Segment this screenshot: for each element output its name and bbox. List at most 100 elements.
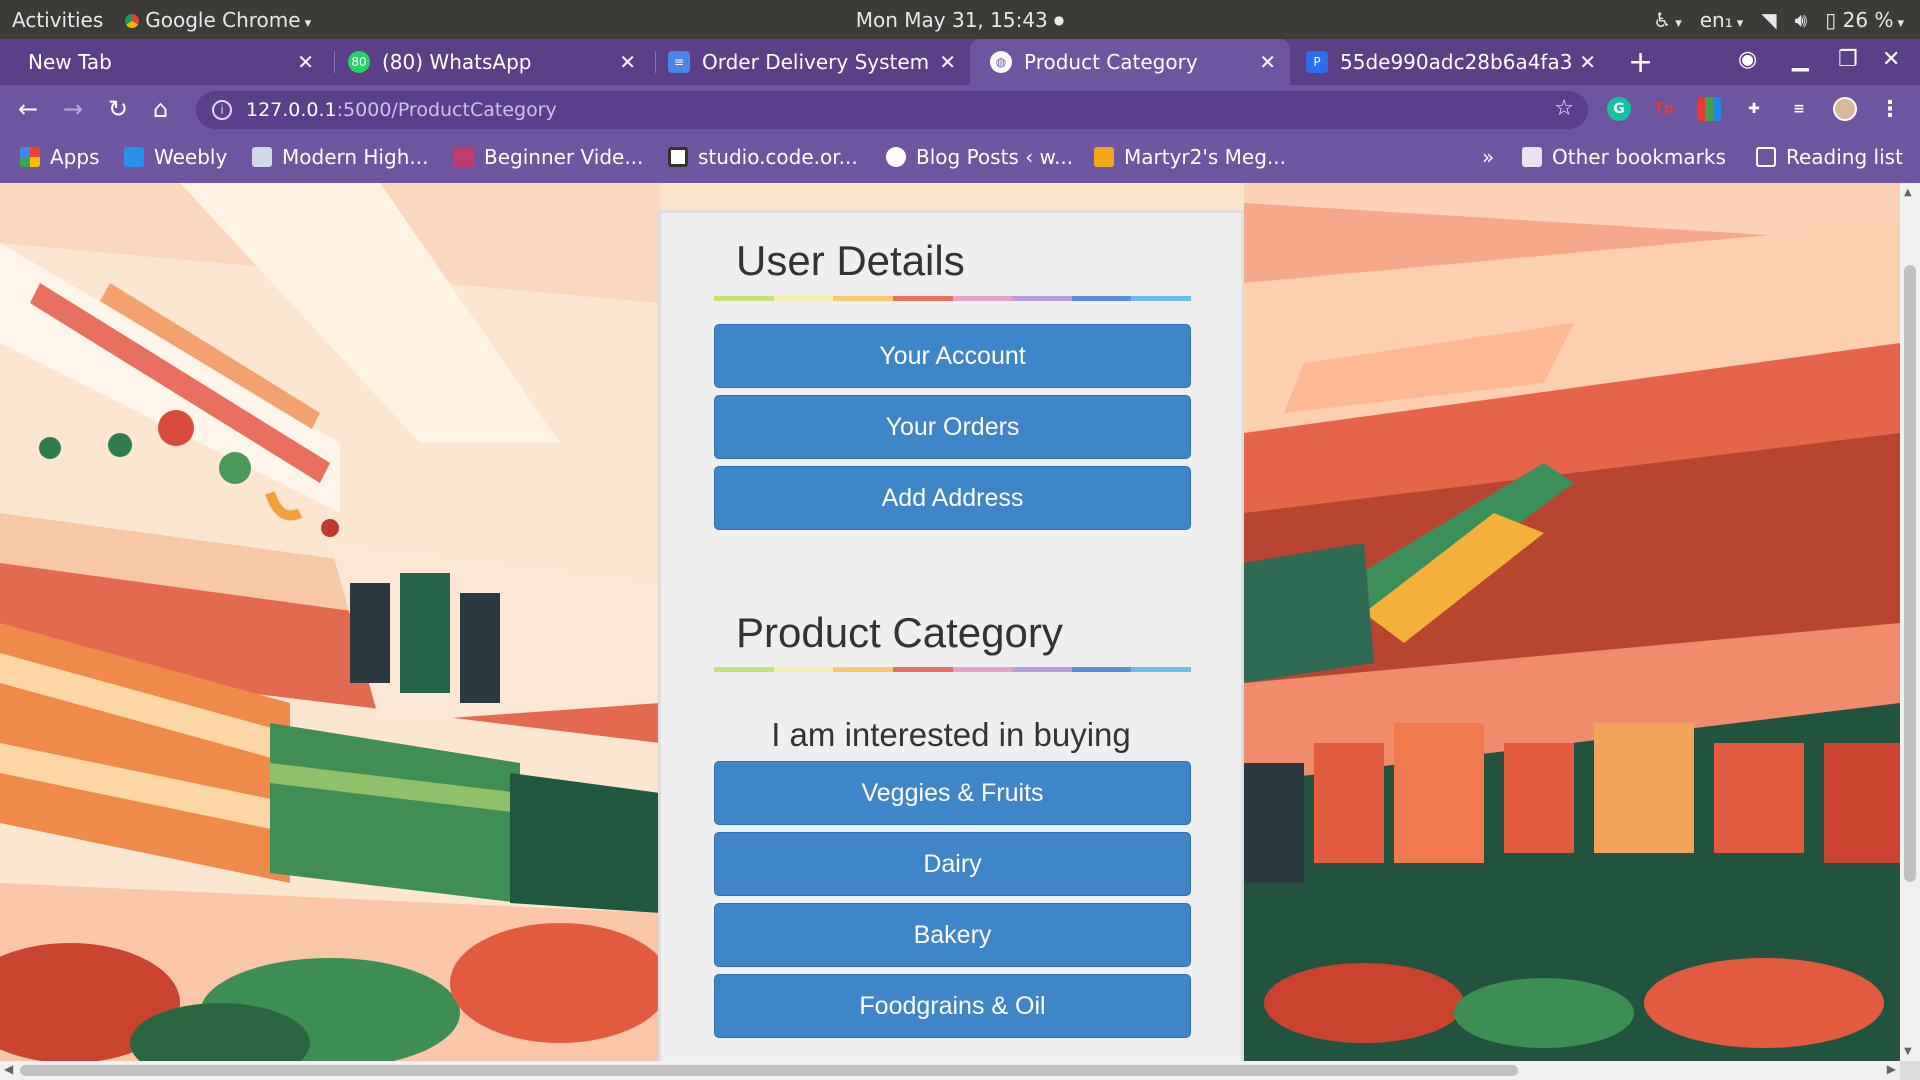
color-extension-icon[interactable] [1697, 97, 1721, 121]
chevron-down-icon: ▾ [304, 15, 312, 31]
activities-button[interactable]: Activities [12, 8, 103, 32]
foodgrains-oil-button[interactable]: Foodgrains & Oil [714, 974, 1191, 1038]
bookmark-blog-posts[interactable]: Blog Posts ‹ w... [886, 145, 1073, 169]
bookmarks-bar: Apps Weebly Modern High... Beginner Vide… [0, 135, 1920, 183]
profile-avatar[interactable] [1833, 97, 1857, 121]
bookmark-label: Apps [50, 145, 100, 169]
close-window-icon[interactable]: ✕ [1882, 47, 1900, 72]
bookmark-weebly[interactable]: Weebly [124, 145, 227, 169]
reload-icon[interactable]: ↻ [108, 95, 128, 123]
close-icon[interactable]: ✕ [297, 50, 314, 74]
divider-segment [773, 667, 834, 672]
bookmark-beginner-video[interactable]: Beginner Vide... [454, 145, 643, 169]
tab-title: New Tab [28, 50, 112, 74]
scroll-up-arrow-icon[interactable]: ▲ [1904, 187, 1912, 198]
bookmarks-overflow-button[interactable]: » [1482, 145, 1494, 169]
globe-icon: ◍ [990, 51, 1012, 73]
battery-icon: ▯ [1825, 7, 1837, 32]
divider-segment [892, 667, 953, 672]
tab-title: (80) WhatsApp [382, 50, 532, 74]
minimize-icon[interactable]: ▁ [1792, 47, 1809, 72]
bookmark-studio-code[interactable]: studio.code.or... [668, 145, 858, 169]
tab-title: 55de990adc28b6a4fa3b [1340, 50, 1572, 74]
close-icon[interactable]: ✕ [1579, 50, 1596, 74]
tab-hash[interactable]: P 55de990adc28b6a4fa3b ✕ [1290, 39, 1610, 85]
forward-icon[interactable]: → [63, 95, 83, 123]
vertical-scroll-thumb[interactable] [1904, 265, 1916, 882]
tab-whatsapp[interactable]: 80 (80) WhatsApp ✕ [330, 39, 650, 85]
divider-segment [1012, 296, 1072, 301]
bookmark-star-icon[interactable]: ☆ [1554, 96, 1574, 121]
bookmark-martyr2[interactable]: Martyr2's Meg... [1094, 145, 1286, 169]
your-account-button[interactable]: Your Account [714, 324, 1191, 388]
scroll-left-arrow-icon[interactable]: ◀ [4, 1062, 13, 1076]
address-bar[interactable]: i 127.0.0.1:5000/ProductCategory ☆ [196, 91, 1588, 129]
scroll-down-arrow-icon[interactable]: ▼ [1904, 1046, 1912, 1057]
menu-kebab-icon[interactable]: ⋮ [1878, 97, 1902, 122]
veggies-fruits-button[interactable]: Veggies & Fruits [714, 761, 1191, 825]
url-path: :5000/ProductCategory [336, 99, 557, 121]
tab-title: Product Category [1024, 50, 1198, 74]
media-control-icon[interactable]: ≡ [1787, 97, 1811, 121]
battery-indicator[interactable]: ▯ 26 % ▾ [1825, 8, 1904, 32]
system-top-bar: Activities Google Chrome ▾ Mon May 31, 15… [0, 0, 1920, 39]
close-icon[interactable]: ✕ [939, 50, 956, 74]
new-tab-button[interactable]: + [1628, 45, 1653, 80]
grammarly-icon[interactable]: G [1607, 97, 1631, 121]
tab-new-tab[interactable]: New Tab ✕ [8, 39, 328, 85]
keyboard-layout-label: en₁ [1699, 7, 1733, 32]
dairy-button[interactable]: Dairy [714, 832, 1191, 896]
reading-list-button[interactable]: Reading list [1756, 145, 1903, 169]
accessibility-icon[interactable]: ♿ ▾ [1653, 8, 1681, 32]
extensions-puzzle-icon[interactable]: ✚ [1742, 97, 1766, 121]
wifi-icon[interactable]: ◥ [1761, 8, 1776, 32]
horizontal-scrollbar[interactable]: ◀ ▶ [0, 1061, 1900, 1080]
url-host: 127.0.0.1 [246, 99, 337, 121]
home-icon[interactable]: ⌂ [153, 95, 168, 123]
bookmark-label: Other bookmarks [1552, 145, 1726, 169]
site-info-icon[interactable]: i [212, 100, 232, 120]
grocery-shelf-illustration-right [1244, 183, 1900, 1061]
reading-list-icon [1756, 147, 1776, 167]
bookmark-label: Martyr2's Meg... [1124, 145, 1286, 169]
bookmark-apps[interactable]: Apps [20, 145, 100, 169]
vertical-scrollbar[interactable]: ▲ ▼ [1900, 183, 1920, 1061]
content-panel: User Details Your Account Your Orders Ad… [658, 210, 1244, 1061]
interest-subtitle: I am interested in buying [771, 716, 1131, 753]
add-address-button[interactable]: Add Address [714, 466, 1191, 530]
divider-segment [952, 667, 1013, 672]
dream-in-code-icon [1094, 147, 1114, 167]
tp-extension-icon[interactable]: Tp [1652, 97, 1676, 121]
grocery-shelf-illustration-left [0, 183, 660, 1061]
video-icon [454, 147, 474, 167]
bakery-button[interactable]: Bakery [714, 903, 1191, 967]
app-menu[interactable]: Google Chrome ▾ [125, 8, 311, 32]
bookmark-modern-high[interactable]: Modern High... [252, 145, 428, 169]
close-icon[interactable]: ✕ [1259, 50, 1276, 74]
bookmark-other[interactable]: Other bookmarks [1522, 145, 1726, 169]
user-details-heading: User Details [736, 237, 965, 284]
bookmark-label: Reading list [1786, 145, 1903, 169]
product-category-heading: Product Category [736, 609, 1063, 656]
bookmark-label: Blog Posts ‹ w... [916, 145, 1074, 169]
weebly-icon [124, 147, 144, 167]
clock[interactable]: Mon May 31, 15:43 [856, 8, 1048, 32]
tab-order-delivery[interactable]: ≡ Order Delivery System - ✕ [650, 39, 970, 85]
volume-icon[interactable]: 🔊︎ [1795, 8, 1808, 32]
tab-search-icon[interactable]: ◉ [1738, 47, 1757, 72]
close-icon[interactable]: ✕ [619, 50, 636, 74]
restore-icon[interactable]: ❐ [1838, 47, 1858, 72]
browser-toolbar: ← → ↻ ⌂ i 127.0.0.1:5000/ProductCategory… [0, 85, 1920, 135]
divider-segment [773, 296, 834, 301]
your-orders-button[interactable]: Your Orders [714, 395, 1191, 459]
scroll-right-arrow-icon[interactable]: ▶ [1887, 1062, 1896, 1076]
horizontal-scroll-thumb[interactable] [20, 1065, 1518, 1076]
back-icon[interactable]: ← [18, 95, 38, 123]
keyboard-layout[interactable]: en₁ ▾ [1700, 8, 1744, 32]
chrome-icon [125, 14, 140, 28]
apps-grid-icon [20, 147, 40, 167]
p-icon: P [1306, 51, 1328, 73]
tab-product-category[interactable]: ◍ Product Category ✕ [970, 39, 1290, 85]
divider-segment [833, 296, 893, 301]
divider-segment [1071, 667, 1132, 672]
